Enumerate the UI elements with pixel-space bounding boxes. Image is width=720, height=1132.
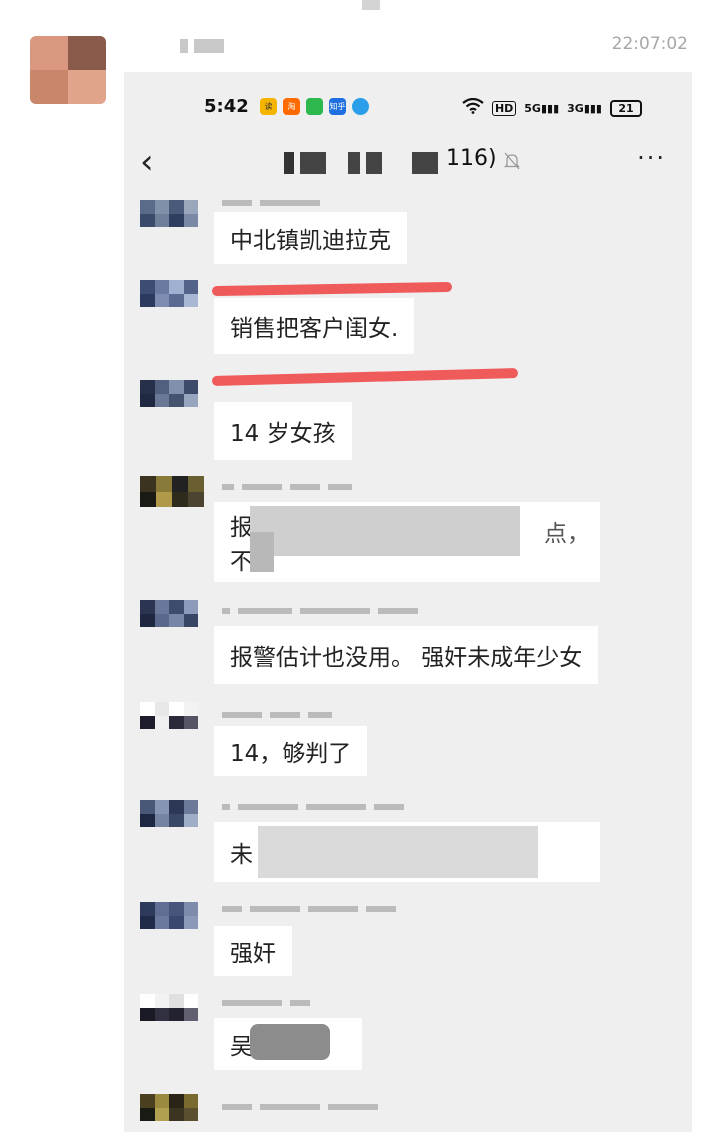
- reader-app-icon: 读: [260, 98, 277, 115]
- message-text: 未: [230, 842, 253, 868]
- status-bar: 5:42 读 淘 知乎 HD 5G▮▮▮ 3G▮▮▮ 21: [124, 92, 692, 120]
- member-avatar-redacted[interactable]: [140, 800, 198, 854]
- blue-circle-app-icon: [352, 98, 369, 115]
- top-smudge: [362, 0, 380, 10]
- member-name-redacted: [222, 906, 396, 914]
- chat-header: ‹ 116) ···: [124, 142, 692, 186]
- member-avatar-redacted[interactable]: [140, 600, 198, 654]
- hd-badge: HD: [491, 101, 517, 116]
- member-avatar-redacted[interactable]: [140, 1094, 198, 1132]
- message-text: 中北镇凯迪拉克: [230, 228, 391, 254]
- gray-blur-redaction: [250, 1024, 330, 1060]
- message-text: 销售把客户闺女.: [230, 316, 399, 342]
- embedded-screenshot[interactable]: 5:42 读 淘 知乎 HD 5G▮▮▮ 3G▮▮▮ 21 ‹ 116) ···…: [124, 72, 692, 1132]
- message-text: 14，够判了: [230, 741, 352, 767]
- notification-icons: 读 淘 知乎: [260, 98, 369, 115]
- member-name-redacted: [222, 1000, 310, 1008]
- sender-avatar[interactable]: [30, 36, 106, 104]
- member-avatar-redacted[interactable]: [140, 280, 198, 334]
- member-avatar-redacted[interactable]: [140, 476, 204, 538]
- zhihu-app-icon: 知乎: [329, 98, 346, 115]
- sender-name-redacted: [180, 38, 250, 58]
- message-bubble[interactable]: 报警估计也没用。 强奸未成年少女: [214, 626, 599, 684]
- member-name-redacted: [222, 484, 352, 492]
- member-name-redacted: [222, 1104, 378, 1112]
- message-timestamp: 22:07:02: [611, 34, 688, 54]
- group-name-redacted: [284, 152, 438, 174]
- member-name-redacted: [222, 608, 418, 616]
- message-bubble[interactable]: 14，够判了: [214, 726, 368, 776]
- signal-3g-icon: 3G▮▮▮: [567, 102, 602, 115]
- taobao-app-icon: 淘: [283, 98, 300, 115]
- group-member-count: 116): [446, 146, 497, 171]
- member-avatar-redacted[interactable]: [140, 902, 198, 956]
- message-bubble[interactable]: 14 岁女孩: [214, 402, 352, 460]
- more-options-icon[interactable]: ···: [637, 144, 666, 172]
- message-text: 强奸: [230, 941, 276, 967]
- mute-bell-icon: [503, 152, 521, 174]
- red-scribble-redaction: [211, 281, 453, 297]
- signal-5g-icon: 5G▮▮▮: [524, 102, 560, 115]
- message-bubble[interactable]: 销售把客户闺女.: [214, 298, 415, 354]
- message-bubble[interactable]: 强奸: [214, 926, 292, 976]
- member-avatar-redacted[interactable]: [140, 994, 198, 1048]
- wifi-icon: [462, 97, 484, 119]
- red-scribble-redaction: [211, 367, 519, 387]
- system-icons: HD 5G▮▮▮ 3G▮▮▮ 21: [462, 97, 642, 119]
- member-name-redacted: [222, 804, 404, 812]
- status-time: 5:42: [204, 96, 249, 117]
- member-avatar-redacted[interactable]: [140, 200, 198, 254]
- message-text: 报警估计也没用。 强奸未成年少女: [230, 645, 583, 671]
- message-text: 14 岁女孩: [230, 421, 336, 447]
- gray-blur-redaction: [250, 506, 520, 556]
- member-name-redacted: [222, 200, 320, 208]
- battery-indicator: 21: [610, 100, 642, 117]
- member-avatar-redacted[interactable]: [140, 380, 198, 434]
- back-arrow-icon[interactable]: ‹: [140, 142, 154, 182]
- gray-blur-redaction: [250, 532, 274, 572]
- message-bubble[interactable]: 中北镇凯迪拉克: [214, 212, 407, 264]
- message-tail-text: 点，: [544, 521, 590, 547]
- gray-blur-redaction: [258, 826, 538, 878]
- member-avatar-redacted[interactable]: [140, 702, 198, 756]
- green-app-icon: [306, 98, 323, 115]
- member-name-redacted: [222, 712, 332, 720]
